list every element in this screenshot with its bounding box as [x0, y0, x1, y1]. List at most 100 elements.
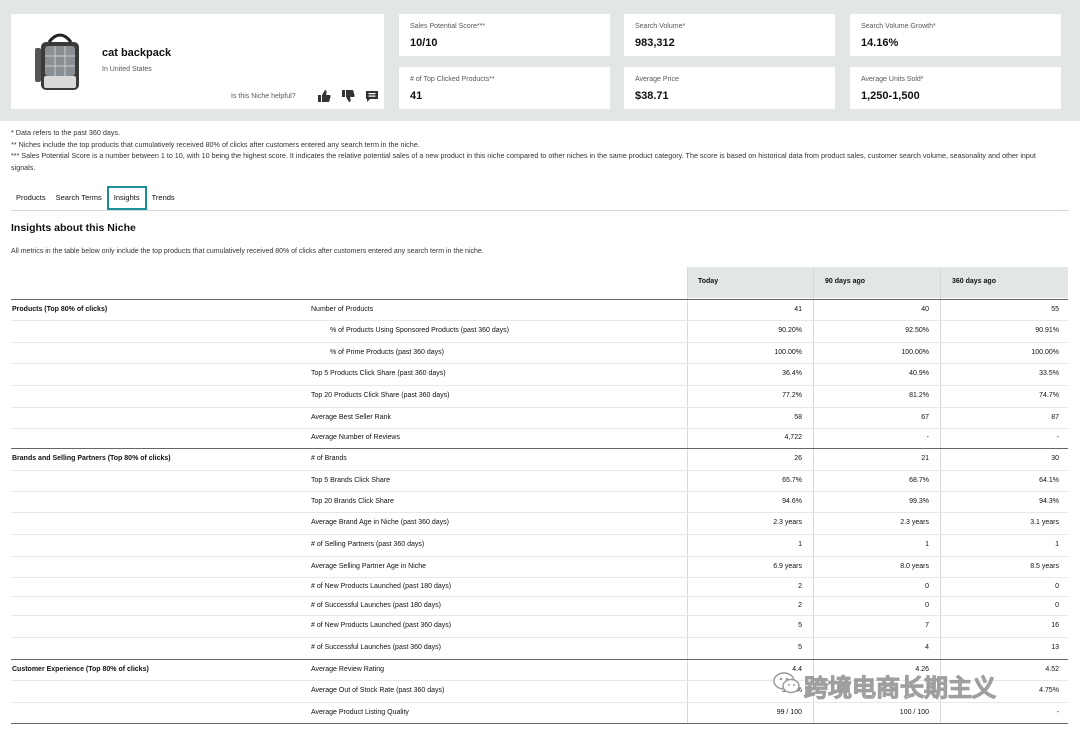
- table-row: Products (Top 80% of clicks) Number of Pr…: [11, 299, 1068, 320]
- row-metric-label: # of New Products Launched (past 360 day…: [311, 622, 452, 629]
- row-value-today: 58: [794, 414, 802, 421]
- row-metric-label: Average Best Seller Rank: [311, 414, 392, 421]
- table-row: # of Selling Partners (past 360 days) 1 1 1: [11, 534, 1068, 556]
- table-row: Top 5 Products Click Share (past 360 day…: [11, 363, 1068, 385]
- wechat-icon: [773, 672, 800, 694]
- row-value-90-days: 67: [921, 414, 929, 421]
- thumbs-down-icon[interactable]: [341, 89, 355, 103]
- row-value-90-days: 100.00%: [901, 349, 929, 356]
- comment-icon[interactable]: [365, 89, 379, 103]
- table-row: Brands and Selling Partners (Top 80% of …: [11, 448, 1068, 470]
- row-value-360-days: 90.91%: [1035, 327, 1059, 334]
- row-value-today: 2: [798, 583, 802, 590]
- section-description: All metrics in the table below only incl…: [11, 248, 484, 255]
- table-bottom-border: [11, 723, 1068, 724]
- row-metric-label: Number of Products: [311, 306, 374, 313]
- metric-label: Sales Potential Score***: [410, 23, 486, 30]
- product-card: cat backpack In United States Is this Ni…: [11, 14, 384, 109]
- row-metric-label: # of New Products Launched (past 180 day…: [311, 583, 452, 590]
- row-value-today: 2: [798, 602, 802, 609]
- row-value-90-days: 92.50%: [905, 327, 929, 334]
- footnote: * Data refers to the past 360 days.: [11, 128, 121, 137]
- row-value-today: 4,722: [784, 434, 802, 441]
- table-row: % of Products Using Sponsored Products (…: [11, 320, 1068, 342]
- row-value-90-days: 4: [925, 644, 929, 651]
- table-header: [687, 267, 1068, 298]
- table-row: Average Best Seller Rank 58 67 87: [11, 407, 1068, 428]
- tab-products[interactable]: Products: [11, 186, 51, 210]
- row-value-360-days: 33.5%: [1039, 370, 1059, 377]
- row-value-360-days: 74.7%: [1039, 392, 1059, 399]
- table-row: Average Brand Age in Niche (past 360 day…: [11, 512, 1068, 534]
- row-value-today: 2.3 years: [773, 519, 802, 526]
- row-metric-label: Top 20 Products Click Share (past 360 da…: [311, 392, 450, 399]
- tabs-divider: [11, 210, 1069, 211]
- table-row: Top 5 Brands Click Share 65.7% 68.7% 64.1%: [11, 470, 1068, 491]
- row-value-90-days: 0: [925, 602, 929, 609]
- product-marketplace: In United States: [102, 66, 152, 73]
- row-value-360-days: 13: [1051, 644, 1059, 651]
- row-value-90-days: -: [926, 434, 929, 441]
- metric-value: 41: [410, 90, 423, 102]
- row-value-90-days: 7: [925, 622, 929, 629]
- row-metric-label: # of Successful Launches (past 360 days): [311, 644, 441, 651]
- row-value-90-days: 100 / 100: [899, 709, 929, 716]
- row-value-today: 1: [798, 541, 802, 548]
- row-metric-label: Top 20 Brands Click Share: [311, 498, 394, 505]
- row-value-90-days: 99.3%: [909, 498, 929, 505]
- row-metric-label: # of Brands: [311, 455, 347, 462]
- metric-sales-potential: Sales Potential Score*** 10/10: [399, 14, 610, 56]
- row-value-90-days: 1: [925, 541, 929, 548]
- row-value-today: 5: [798, 622, 802, 629]
- metric-value: 1,250-1,500: [861, 90, 920, 102]
- table-row: Average Selling Partner Age in Niche 6.9 …: [11, 556, 1068, 577]
- row-group-label: Brands and Selling Partners (Top 80% of …: [12, 455, 171, 462]
- metric-label: # of Top Clicked Products**: [410, 76, 495, 83]
- metric-search-volume: Search Volume* 983,312: [624, 14, 835, 56]
- section-title: Insights about this Niche: [11, 222, 136, 234]
- table-row: Top 20 Brands Click Share 94.6% 99.3% 94.3%: [11, 491, 1068, 512]
- tab-search-terms[interactable]: Search Terms: [51, 186, 107, 210]
- column-header-360-days: 360 days ago: [952, 278, 996, 285]
- table-row: Top 20 Products Click Share (past 360 da…: [11, 385, 1068, 407]
- metric-label: Search Volume Growth*: [861, 23, 936, 30]
- row-value-90-days: 68.7%: [909, 477, 929, 484]
- table-row: Average Product Listing Quality 99 / 100 1…: [11, 702, 1068, 723]
- row-value-360-days: 0: [1055, 602, 1059, 609]
- row-value-360-days: 8.5 years: [1030, 563, 1059, 570]
- row-metric-label: Average Brand Age in Niche (past 360 day…: [311, 519, 450, 526]
- metric-value: $38.71: [635, 90, 669, 102]
- row-group-label: Products (Top 80% of clicks): [12, 306, 108, 313]
- metric-average-units-sold: Average Units Sold* 1,250-1,500: [850, 67, 1061, 109]
- row-metric-label: % of Prime Products (past 360 days): [330, 349, 444, 356]
- tab-trends[interactable]: Trends: [147, 186, 180, 210]
- row-value-360-days: -: [1056, 434, 1059, 441]
- metric-label: Search Volume*: [635, 23, 686, 30]
- tab-bar: Products Search Terms Insights Trends: [11, 186, 180, 210]
- row-metric-label: Average Review Rating: [311, 666, 385, 673]
- row-value-90-days: 40.9%: [909, 370, 929, 377]
- row-value-360-days: 94.3%: [1039, 498, 1059, 505]
- table-row: # of New Products Launched (past 180 day…: [11, 577, 1068, 596]
- product-image: [35, 33, 79, 90]
- row-metric-label: Average Out of Stock Rate (past 360 days…: [311, 687, 445, 694]
- table-row: Average Number of Reviews 4,722 - -: [11, 428, 1068, 448]
- row-metric-label: Average Selling Partner Age in Niche: [311, 563, 427, 570]
- footnote: *** Sales Potential Score is a number be…: [11, 151, 1036, 172]
- table-row: # of New Products Launched (past 360 day…: [11, 615, 1068, 637]
- thumbs-up-icon[interactable]: [317, 89, 331, 103]
- metric-value: 14.16%: [861, 37, 899, 49]
- row-value-90-days: 8.0 years: [900, 563, 929, 570]
- tab-insights[interactable]: Insights: [106, 186, 147, 210]
- row-value-360-days: 30: [1051, 455, 1059, 462]
- watermark-text: 跨境电商长期主义: [804, 675, 997, 703]
- metric-search-volume-growth: Search Volume Growth* 14.16%: [850, 14, 1061, 56]
- metric-average-price: Average Price $38.71: [624, 67, 835, 109]
- row-value-today: 100.00%: [774, 349, 802, 356]
- row-value-today: 99 / 100: [776, 709, 802, 716]
- row-value-360-days: 1: [1055, 541, 1059, 548]
- column-header-90-days: 90 days ago: [825, 278, 866, 285]
- row-value-today: 26: [794, 455, 802, 462]
- row-value-90-days: 0: [925, 583, 929, 590]
- metric-value: 10/10: [410, 37, 438, 49]
